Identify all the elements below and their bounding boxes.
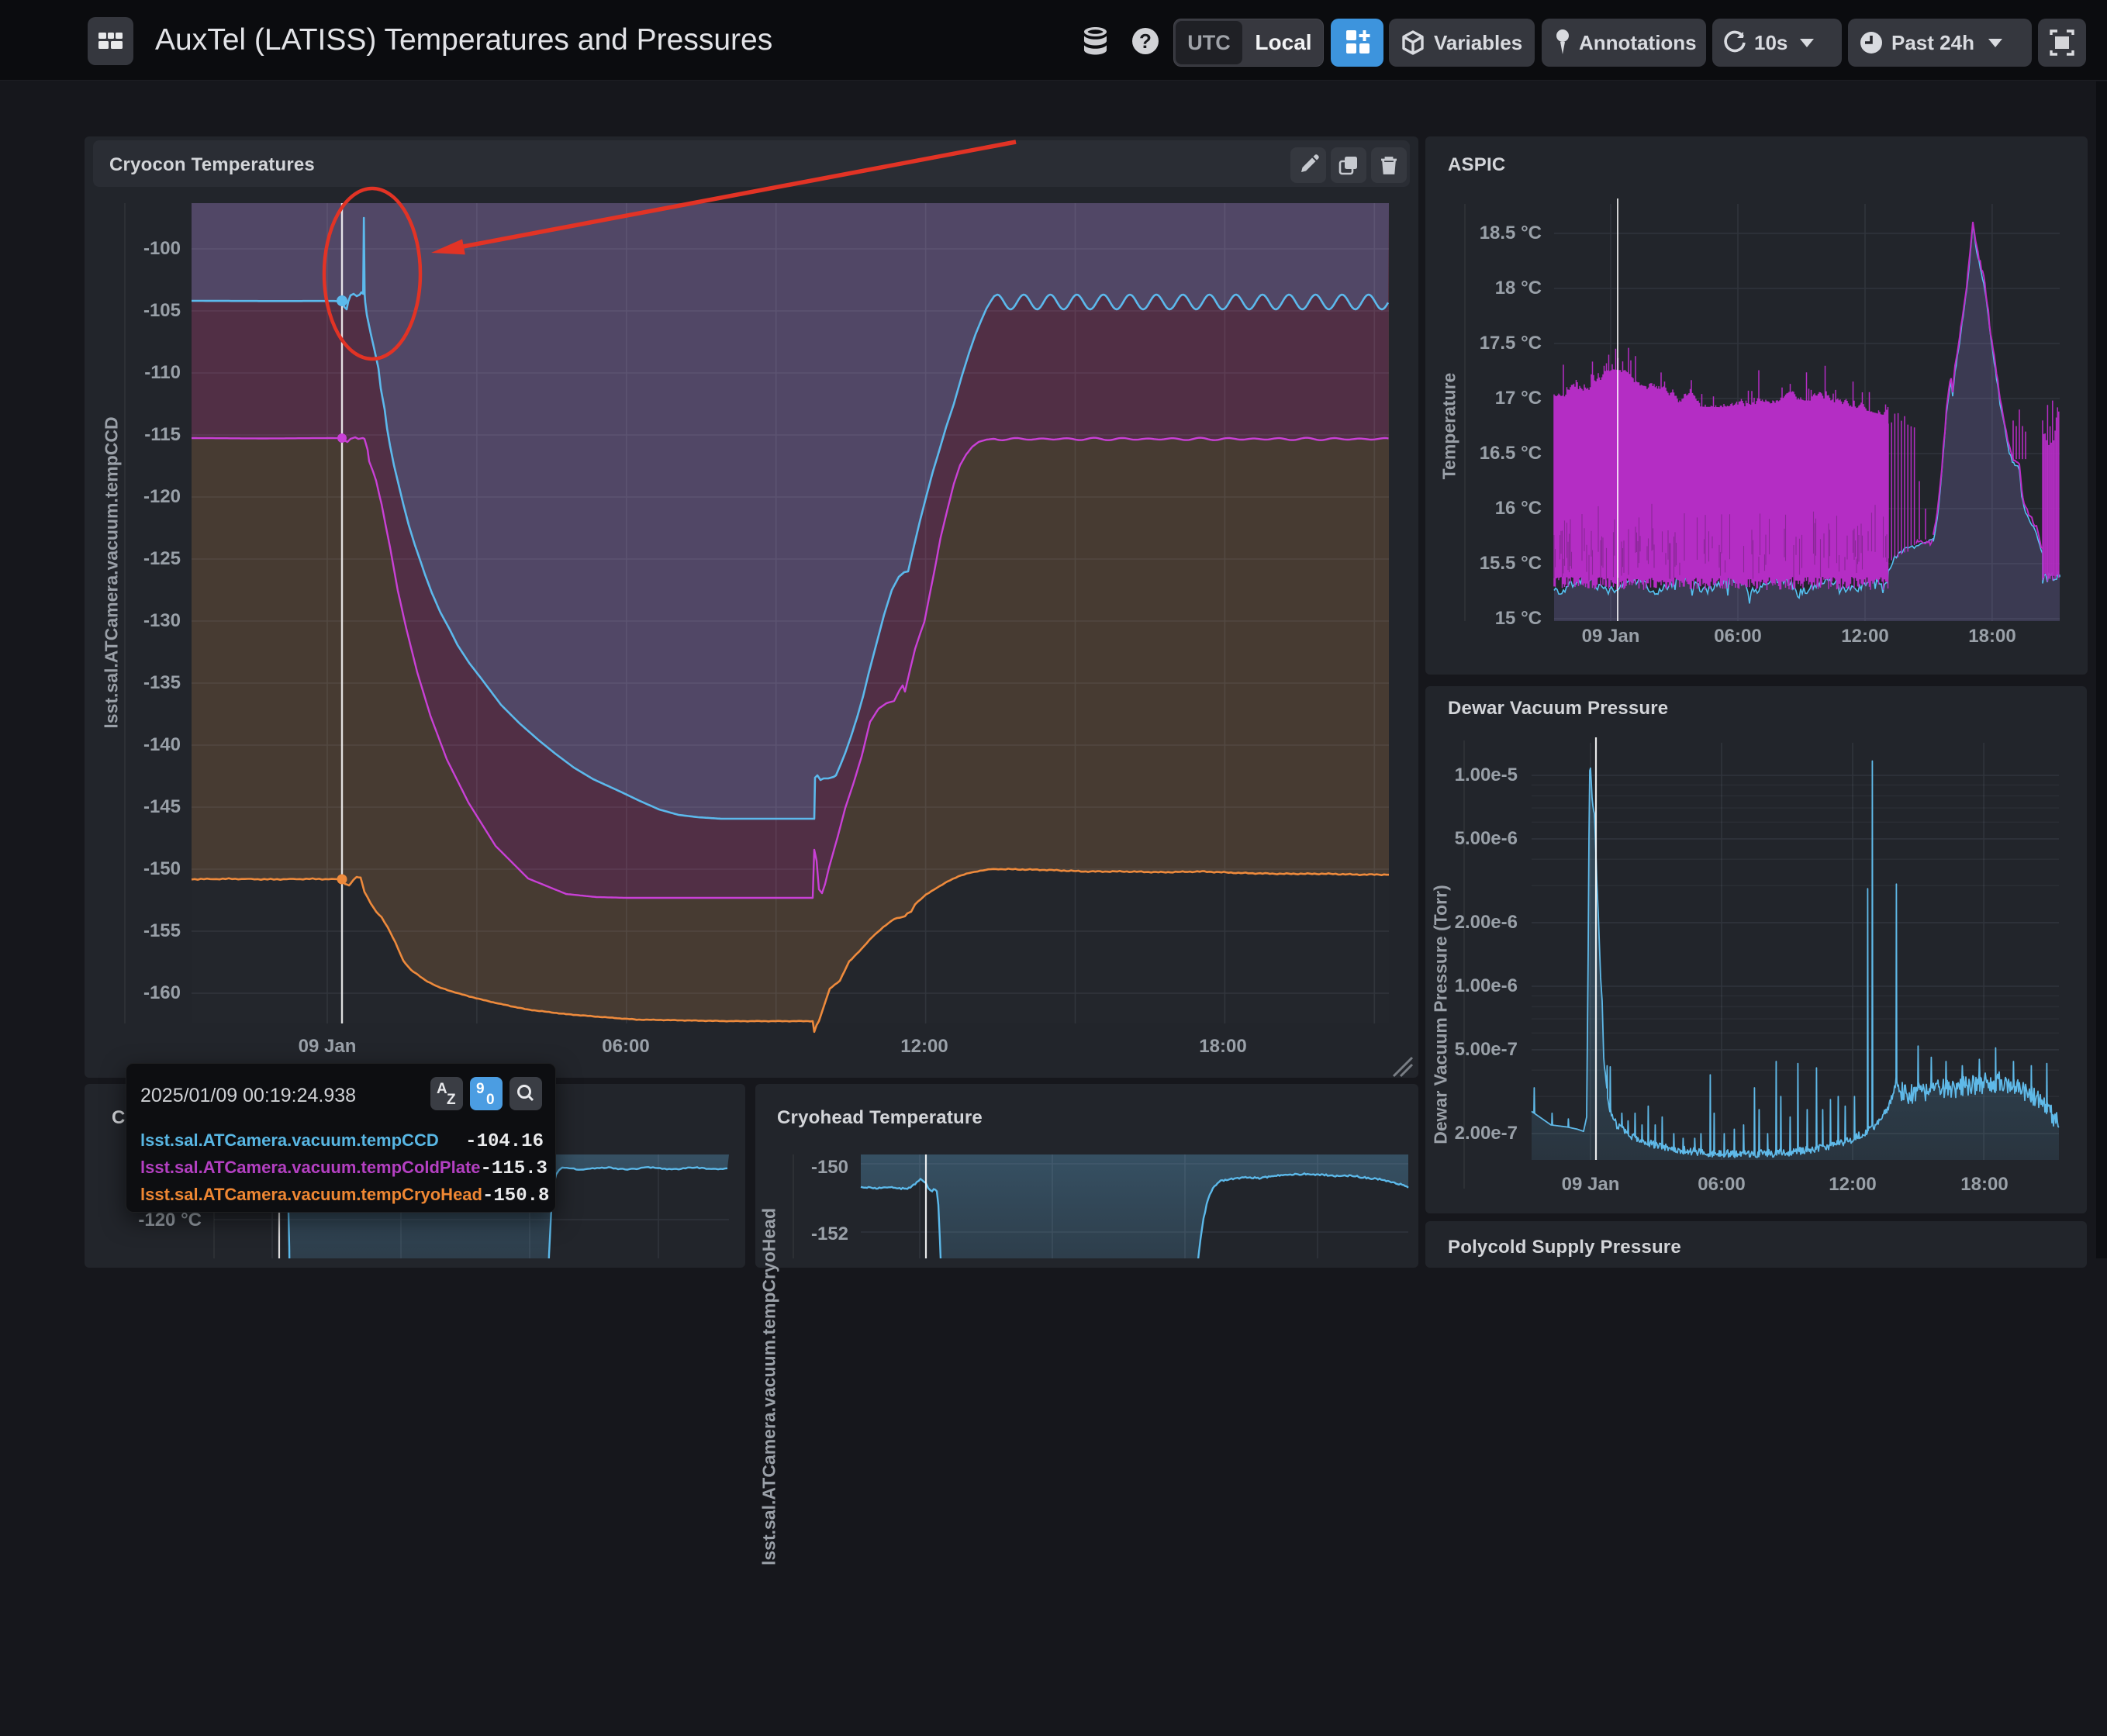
svg-text:A: A (437, 1081, 447, 1097)
svg-text:9: 9 (476, 1081, 485, 1097)
svg-text:0: 0 (486, 1092, 495, 1108)
svg-text:Z: Z (447, 1092, 456, 1108)
